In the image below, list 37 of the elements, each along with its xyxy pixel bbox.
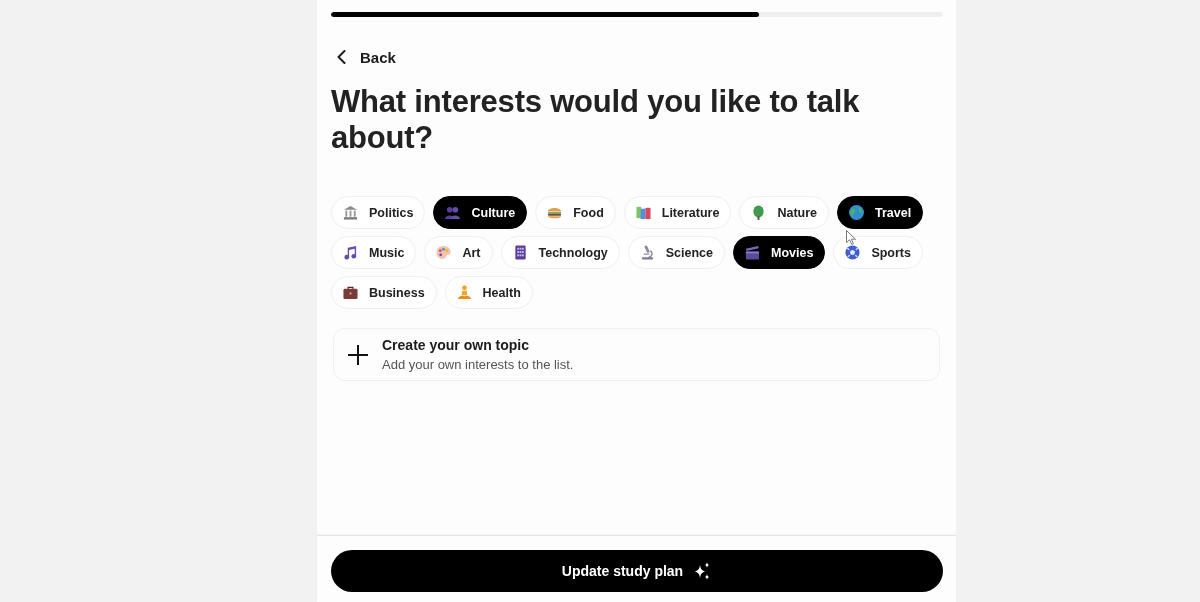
music-note-icon: [343, 245, 358, 260]
create-topic-card[interactable]: Create your own topic Add your own interests to the list.: [333, 328, 940, 381]
topic-chip[interactable]: Health: [444, 276, 533, 309]
topic-chip[interactable]: Travel: [837, 196, 924, 229]
topic-chip[interactable]: Culture: [433, 196, 528, 229]
burger-icon: [547, 205, 563, 220]
topic-chip[interactable]: Politics: [331, 196, 426, 229]
meditating-person-icon: [456, 285, 472, 300]
topic-chip[interactable]: Art: [424, 236, 493, 269]
books-icon: [635, 205, 651, 220]
topic-chip[interactable]: Movies: [733, 236, 826, 269]
briefcase-icon: [343, 285, 358, 300]
building-icon: [343, 205, 358, 220]
topic-chip[interactable]: Music: [331, 236, 417, 269]
topic-chip[interactable]: Food: [535, 196, 616, 229]
cursor-icon: [846, 230, 857, 245]
microscope-icon: [639, 245, 655, 260]
topic-chip[interactable]: Nature: [739, 196, 829, 229]
back-button[interactable]: Back: [331, 47, 396, 67]
page-title: What interests would you like to talk about?: [331, 84, 861, 156]
topic-chip[interactable]: Technology: [500, 236, 620, 269]
globe-icon: [849, 205, 864, 220]
topic-chip[interactable]: Business: [331, 276, 437, 309]
calculator-icon: [512, 245, 528, 260]
ball-icon: [845, 245, 861, 260]
chevron-left-icon: [337, 50, 346, 64]
topic-chip[interactable]: Sports: [833, 236, 923, 269]
palette-icon: [436, 245, 452, 260]
people-icon: [445, 205, 461, 220]
create-topic-title: Create your own topic: [382, 337, 531, 353]
topic-chip[interactable]: Science: [627, 236, 725, 269]
plus-icon: [348, 344, 368, 365]
clapperboard-icon: [745, 245, 760, 260]
update-study-plan-button[interactable]: Update study plan: [331, 550, 943, 592]
create-topic-subtitle: Add your own interests to the list.: [382, 357, 574, 372]
tree-icon: [751, 205, 767, 220]
topic-chip[interactable]: Literature: [623, 196, 732, 229]
